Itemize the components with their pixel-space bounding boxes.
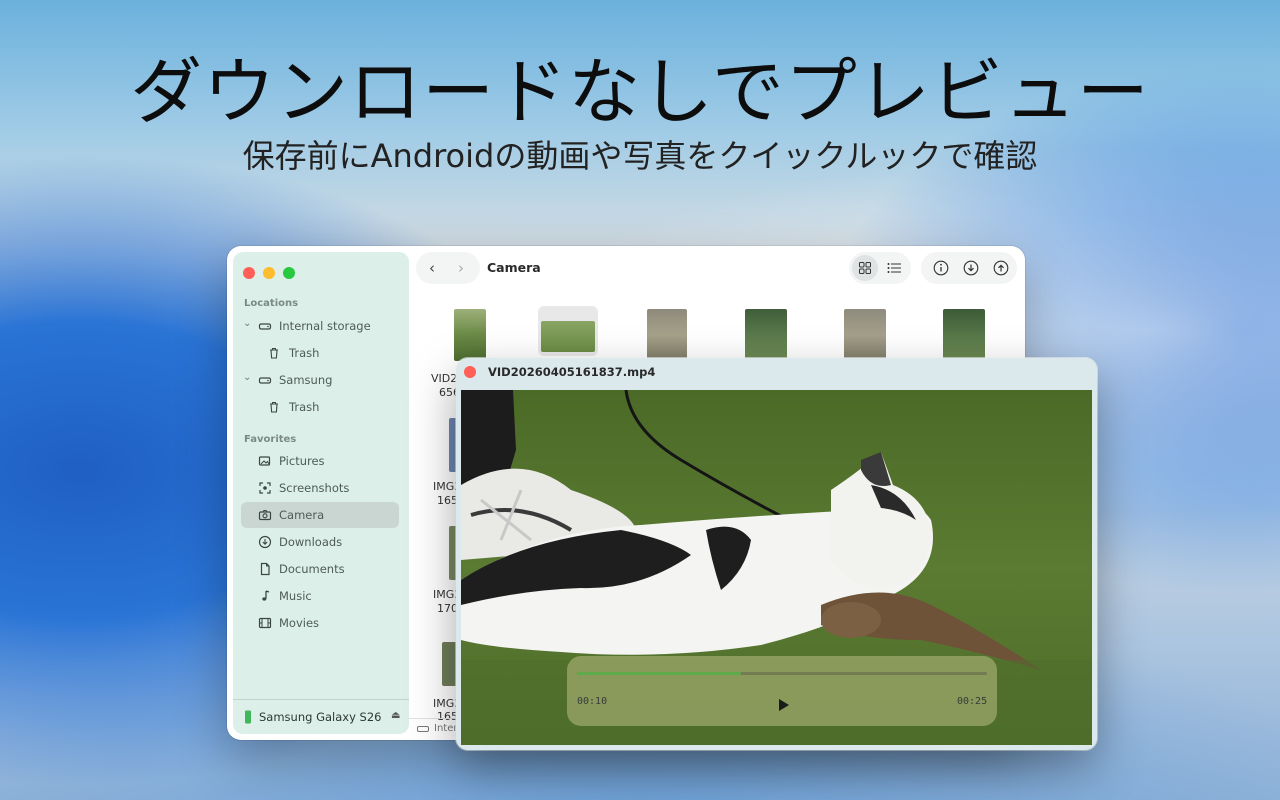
- file-thumbnail[interactable]: [454, 309, 486, 361]
- sidebar-item-movies[interactable]: Movies: [233, 610, 409, 636]
- trash-icon: [270, 401, 278, 413]
- download-icon: [258, 535, 272, 549]
- sidebar-item-label: Samsung: [279, 373, 333, 387]
- nav-buttons: ‹ ›: [416, 252, 480, 284]
- sidebar-item-trash[interactable]: Trash: [233, 340, 409, 366]
- file-thumbnail[interactable]: [442, 642, 457, 686]
- sidebar-item-label: Camera: [279, 508, 325, 522]
- file-thumbnail[interactable]: [943, 309, 985, 361]
- sidebar-item-label: Music: [279, 589, 312, 603]
- file-name: 170: [437, 602, 458, 615]
- info-icon[interactable]: [933, 260, 949, 276]
- progress-track[interactable]: [577, 672, 987, 675]
- sidebar-item-pictures[interactable]: Pictures: [233, 448, 409, 474]
- sidebar-item-documents[interactable]: Documents: [233, 556, 409, 582]
- sidebar-item-screenshots[interactable]: Screenshots: [233, 475, 409, 501]
- drive-icon: [258, 323, 272, 330]
- chevron-down-icon[interactable]: ⌄: [243, 372, 251, 383]
- close-preview-button[interactable]: [464, 366, 476, 378]
- sidebar-item-label: Trash: [289, 400, 320, 414]
- sidebar-item-internal-storage[interactable]: ⌄ Internal storage: [233, 313, 409, 339]
- sidebar-item-label: Documents: [279, 562, 345, 576]
- sidebar: Locations ⌄ Internal storage Trash ⌄ Sam…: [233, 252, 409, 734]
- sidebar-item-samsung[interactable]: ⌄ Samsung: [233, 367, 409, 393]
- zoom-window-button[interactable]: [283, 267, 295, 279]
- video-frame[interactable]: 00:10 00:25: [461, 390, 1092, 745]
- document-icon: [260, 562, 270, 576]
- play-icon: [779, 699, 789, 711]
- sidebar-item-label: Trash: [289, 346, 320, 360]
- sidebar-item-downloads[interactable]: Downloads: [233, 529, 409, 555]
- sidebar-section-locations: Locations: [244, 298, 299, 309]
- trash-icon: [270, 347, 278, 359]
- drive-icon: [417, 726, 429, 732]
- file-thumbnail[interactable]: [745, 309, 787, 361]
- chevron-down-icon[interactable]: ⌄: [243, 318, 251, 329]
- sidebar-item-label: Screenshots: [279, 481, 350, 495]
- device-name: Samsung Galaxy S26: [259, 710, 382, 724]
- file-name: 165: [437, 494, 458, 507]
- status-path: Inter: [434, 723, 458, 734]
- film-icon: [258, 617, 272, 629]
- actions-group: [921, 252, 1017, 284]
- playback-controls: 00:10 00:25: [567, 656, 997, 726]
- grid-view-icon[interactable]: [859, 262, 871, 274]
- sidebar-section-favorites: Favorites: [244, 434, 297, 445]
- camera-icon: [258, 509, 272, 521]
- sidebar-item-label: Movies: [279, 616, 320, 630]
- sidebar-item-label: Downloads: [279, 535, 343, 549]
- minimize-window-button[interactable]: [263, 267, 275, 279]
- sidebar-item-label: Pictures: [279, 454, 325, 468]
- forward-icon[interactable]: ›: [451, 258, 471, 278]
- elapsed-time: 00:10: [577, 696, 608, 707]
- close-window-button[interactable]: [243, 267, 255, 279]
- file-thumbnail[interactable]: [844, 309, 886, 361]
- drive-icon: [258, 377, 272, 384]
- duration-time: 00:25: [957, 696, 988, 707]
- sidebar-item-music[interactable]: Music: [233, 583, 409, 609]
- sidebar-item-trash[interactable]: Trash: [233, 394, 409, 420]
- headline: ダウンロードなしでプレビュー: [130, 50, 1150, 134]
- preview-title: VID20260405161837.mp4: [488, 365, 656, 379]
- pictures-icon: [258, 456, 271, 466]
- file-name: VID2: [431, 372, 458, 385]
- screenshot-icon: [259, 482, 271, 494]
- music-icon: [262, 590, 270, 601]
- device-bar[interactable]: Samsung Galaxy S26 ⏏: [233, 699, 409, 734]
- eject-icon[interactable]: ⏏: [391, 710, 400, 721]
- file-thumbnail[interactable]: [647, 309, 687, 361]
- upload-circle-icon[interactable]: [993, 260, 1009, 276]
- subheadline: 保存前にAndroidの動画や写真をクイックルックで確認: [242, 137, 1038, 175]
- list-view-icon[interactable]: [887, 262, 901, 274]
- view-switcher: [849, 252, 911, 284]
- sidebar-item-camera[interactable]: Camera: [241, 502, 399, 528]
- phone-icon: [245, 710, 251, 724]
- quicklook-preview-window: VID20260405161837.mp4 00:10 00:25: [456, 358, 1097, 750]
- back-icon[interactable]: ‹: [422, 258, 442, 278]
- download-circle-icon[interactable]: [963, 260, 979, 276]
- file-thumbnail[interactable]: [541, 321, 595, 352]
- play-button[interactable]: [769, 692, 795, 718]
- progress-fill: [577, 672, 741, 675]
- sidebar-item-label: Internal storage: [279, 319, 371, 333]
- folder-title: Camera: [487, 260, 541, 275]
